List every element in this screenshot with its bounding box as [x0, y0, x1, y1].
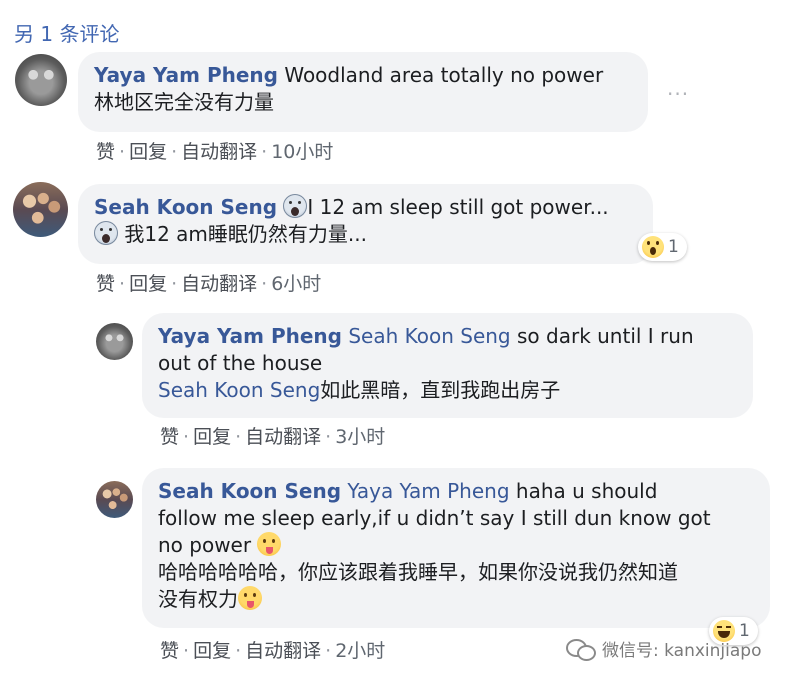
reply-text-end: no power — [158, 532, 752, 559]
avatar[interactable] — [13, 182, 68, 237]
translation-mention[interactable]: Seah Koon Seng — [158, 378, 320, 402]
reply-text-continued: out of the house — [158, 351, 323, 375]
reply-link[interactable]: 回复 — [193, 426, 231, 448]
comment-translation: 林地区完全没有力量 — [94, 90, 274, 114]
like-link[interactable]: 赞 — [160, 640, 179, 662]
timestamp[interactable]: 3小时 — [335, 426, 385, 448]
separator: · — [171, 141, 178, 163]
reply-link[interactable]: 回复 — [193, 640, 231, 662]
comment-line: Seah Koon Seng I 12 am sleep still got p… — [94, 194, 635, 221]
like-link[interactable]: 赞 — [96, 141, 115, 163]
comment-line: Yaya Yam Pheng Woodland area totally no … — [94, 62, 630, 89]
more-comments-link[interactable]: 另 1 条评论 — [14, 18, 119, 47]
reply-bubble: Yaya Yam Pheng Seah Koon Seng so dark un… — [142, 313, 753, 418]
reply-text-continued: follow me sleep early,if u didn’t say I … — [158, 506, 711, 530]
reply-text: haha u should — [515, 479, 658, 503]
separator: · — [183, 640, 190, 662]
reaction-count[interactable]: 1 — [638, 233, 687, 261]
reply-bubble: Seah Koon Seng Yaya Yam Pheng haha u sho… — [142, 468, 770, 628]
separator: · — [325, 426, 332, 448]
separator: · — [171, 273, 178, 295]
reply-translation-tail: 没有权力 — [158, 587, 238, 611]
reply-mention[interactable]: Yaya Yam Pheng — [347, 479, 509, 503]
reply-actions: 赞 · 回复 · 自动翻译 · 3小时 — [160, 422, 385, 449]
avatar[interactable] — [15, 54, 67, 106]
reply-mention[interactable]: Seah Koon Seng — [348, 324, 510, 348]
comment-text: Woodland area totally no power — [284, 63, 604, 87]
translate-link[interactable]: 自动翻译 — [245, 426, 321, 448]
separator: · — [235, 640, 242, 662]
tongue-emoji-icon — [238, 586, 262, 610]
reply-text-tail: no power — [158, 533, 252, 557]
comment-author[interactable]: Seah Koon Seng — [94, 195, 277, 219]
separator: · — [235, 426, 242, 448]
comment-text: I 12 am sleep still got power... — [307, 195, 609, 219]
comment-translation: 我12 am睡眠仍然有力量... — [124, 222, 367, 246]
separator: · — [325, 640, 332, 662]
separator: · — [261, 141, 268, 163]
reply-translation-end: 没有权力 — [158, 586, 752, 613]
reply-link[interactable]: 回复 — [129, 141, 167, 163]
tongue-emoji-icon — [257, 532, 282, 556]
reply-translation: 如此黑暗，直到我跑出房子 — [320, 378, 561, 402]
reply-line: Yaya Yam Pheng Seah Koon Seng so dark un… — [158, 323, 735, 350]
watermark: 微信号: kanxinjiapo — [566, 636, 761, 661]
reply-text: so dark until I run — [517, 324, 694, 348]
reply-link[interactable]: 回复 — [129, 273, 167, 295]
translate-link[interactable]: 自动翻译 — [181, 273, 257, 295]
like-link[interactable]: 赞 — [96, 273, 115, 295]
comment-bubble: Yaya Yam Pheng Woodland area totally no … — [78, 52, 648, 132]
timestamp[interactable]: 2小时 — [335, 640, 385, 662]
timestamp[interactable]: 10小时 — [271, 141, 333, 163]
reply-translation: 哈哈哈哈哈哈，你应该跟着我睡早，如果你没说我仍然知道 — [158, 560, 678, 584]
comment-actions: 赞 · 回复 · 自动翻译 · 6小时 — [96, 269, 321, 296]
reply-line: Seah Koon Seng Yaya Yam Pheng haha u sho… — [158, 478, 752, 505]
avatar[interactable] — [96, 323, 133, 360]
watermark-text: 微信号: kanxinjiapo — [602, 641, 762, 661]
comment-author[interactable]: Yaya Yam Pheng — [94, 63, 278, 87]
scream-emoji-icon — [283, 194, 308, 218]
translate-link[interactable]: 自动翻译 — [245, 640, 321, 662]
reaction-number: 1 — [668, 237, 679, 257]
separator: · — [261, 273, 268, 295]
timestamp[interactable]: 6小时 — [271, 273, 321, 295]
scream-emoji-icon — [94, 221, 118, 245]
comment-translation-line: 我12 am睡眠仍然有力量... — [94, 221, 635, 248]
comment-actions: 赞 · 回复 · 自动翻译 · 10小时 — [96, 137, 333, 164]
like-link[interactable]: 赞 — [160, 426, 179, 448]
more-options-button[interactable]: ··· — [667, 82, 689, 106]
reply-translation-line: Seah Koon Seng如此黑暗，直到我跑出房子 — [158, 377, 735, 404]
avatar[interactable] — [96, 481, 133, 518]
wow-reaction-icon — [642, 236, 664, 258]
separator: · — [119, 141, 126, 163]
comment-bubble: Seah Koon Seng I 12 am sleep still got p… — [78, 184, 653, 264]
reply-author[interactable]: Yaya Yam Pheng — [158, 324, 342, 348]
wechat-icon — [566, 637, 596, 661]
separator: · — [183, 426, 190, 448]
reply-actions: 赞 · 回复 · 自动翻译 · 2小时 — [160, 636, 385, 663]
translate-link[interactable]: 自动翻译 — [181, 141, 257, 163]
separator: · — [119, 273, 126, 295]
reply-author[interactable]: Seah Koon Seng — [158, 479, 341, 503]
